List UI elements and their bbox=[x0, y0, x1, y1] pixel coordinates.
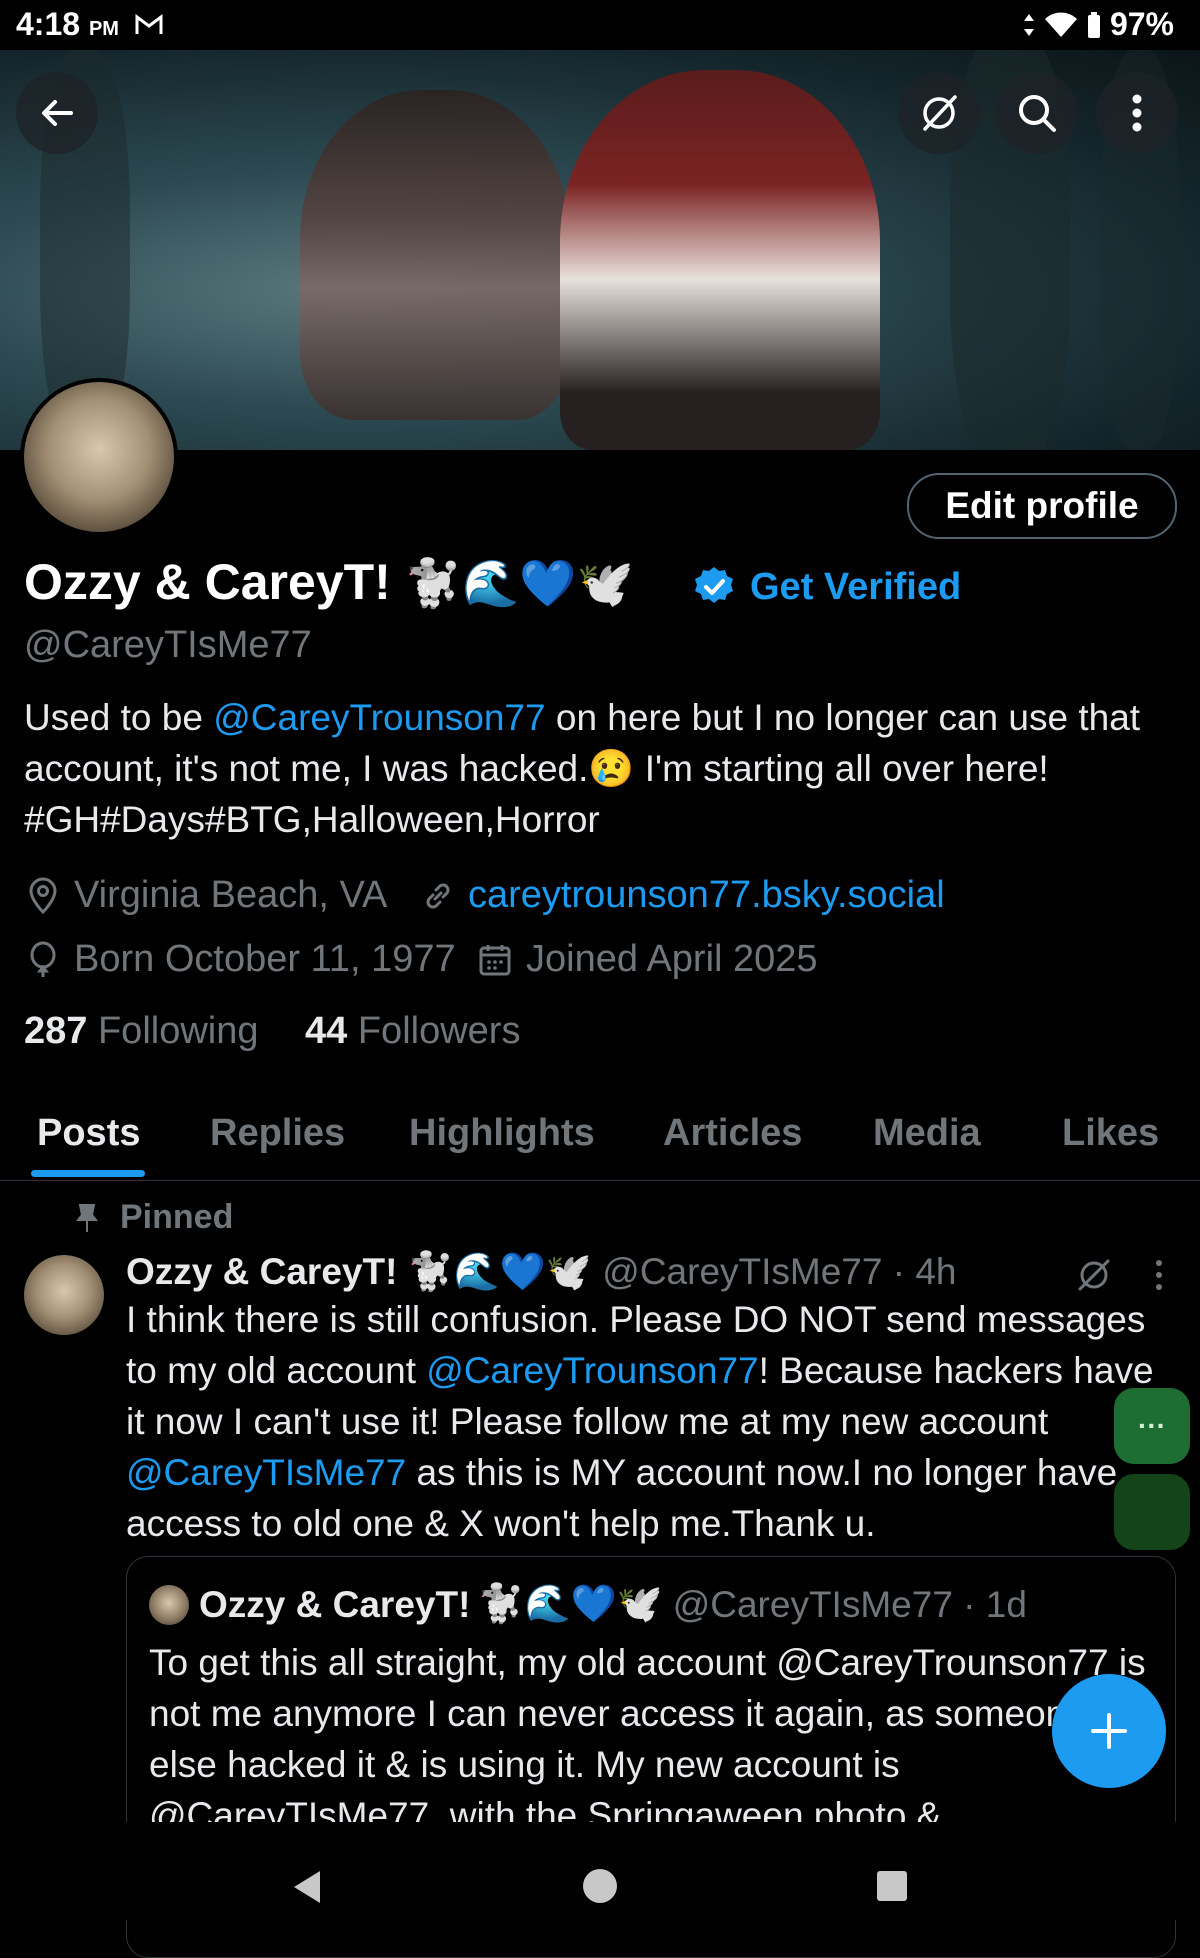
followers-count: 44 bbox=[305, 1010, 348, 1052]
nav-home-icon[interactable] bbox=[582, 1868, 618, 1904]
followers-label: Followers bbox=[357, 1010, 521, 1052]
post-mention-link[interactable]: @CareyTrounson77 bbox=[426, 1350, 758, 1391]
more-options-button[interactable] bbox=[1096, 72, 1178, 154]
more-vertical-icon bbox=[1132, 94, 1142, 132]
quote-avatar bbox=[149, 1584, 189, 1625]
clock-text: 4:18 bbox=[16, 6, 81, 42]
quote-author-emojis: 🐩🌊💙🕊️ bbox=[478, 1583, 663, 1624]
post-text: I think there is still confusion. Please… bbox=[126, 1294, 1176, 1549]
get-verified-label: Get Verified bbox=[750, 565, 962, 608]
location-pin-icon bbox=[29, 877, 57, 914]
wifi-icon bbox=[1044, 12, 1077, 37]
data-arrows-icon bbox=[1023, 13, 1034, 36]
clock-ampm: PM bbox=[88, 18, 119, 40]
post-author-name[interactable]: Ozzy & CareyT! bbox=[126, 1251, 397, 1292]
status-bar: 4:18 PM 97% bbox=[0, 0, 1200, 50]
tab-highlights[interactable]: Highlights bbox=[409, 1112, 595, 1155]
bio-mention-link[interactable]: @CareyTrounson77 bbox=[213, 697, 545, 738]
display-name-text: Ozzy & CareyT! bbox=[24, 554, 391, 610]
link-icon bbox=[426, 883, 450, 908]
post-author-emojis: 🐩🌊💙🕊️ bbox=[407, 1251, 592, 1292]
pinned-label: Pinned bbox=[120, 1198, 234, 1236]
profile-name: Ozzy & CareyT! 🐩🌊💙🕊️ bbox=[24, 553, 634, 611]
joined-text: Joined April 2025 bbox=[526, 938, 818, 980]
nav-recents-icon[interactable] bbox=[876, 1870, 908, 1902]
tab-posts[interactable]: Posts bbox=[37, 1112, 140, 1155]
plus-icon bbox=[1091, 1713, 1127, 1749]
post-header: Ozzy & CareyT! 🐩🌊💙🕊️ @CareyTIsMe77 · 4h bbox=[126, 1251, 957, 1294]
status-time: 4:18 PM bbox=[16, 6, 164, 43]
tab-media[interactable]: Media bbox=[873, 1112, 981, 1155]
battery-icon bbox=[1087, 11, 1100, 38]
verified-badge-icon bbox=[695, 567, 733, 603]
post-mention-link[interactable]: @CareyTIsMe77 bbox=[126, 1452, 406, 1493]
quote-meta: @CareyTIsMe77 · 1d bbox=[672, 1583, 1027, 1625]
back-button[interactable] bbox=[16, 72, 98, 154]
tab-replies[interactable]: Replies bbox=[210, 1112, 345, 1155]
profile-tabs: Posts Replies Highlights Articles Media … bbox=[0, 1090, 1200, 1181]
profile-location: Virginia Beach, VA bbox=[26, 874, 387, 917]
profile-birthday: Born October 11, 1977 bbox=[26, 938, 456, 981]
bio-text-1: Used to be bbox=[24, 697, 214, 738]
profile-banner[interactable] bbox=[0, 50, 1200, 450]
post-meta: @CareyTIsMe77 · 4h bbox=[602, 1251, 957, 1292]
post-avatar[interactable] bbox=[24, 1255, 104, 1335]
search-icon bbox=[1019, 95, 1056, 132]
system-nav-bar bbox=[0, 1822, 1200, 1920]
born-text: Born October 11, 1977 bbox=[74, 938, 456, 980]
followers-stat[interactable]: 44 Followers bbox=[305, 1010, 520, 1053]
following-count: 287 bbox=[24, 1010, 88, 1052]
profile-joined: Joined April 2025 bbox=[478, 938, 818, 981]
following-label: Following bbox=[97, 1010, 259, 1052]
profile-avatar[interactable] bbox=[20, 378, 178, 536]
quote-header: Ozzy & CareyT! 🐩🌊💙🕊️ @CareyTIsMe77 · 1d bbox=[149, 1583, 1027, 1626]
floating-app-bubble[interactable] bbox=[1114, 1474, 1190, 1550]
search-button[interactable] bbox=[996, 72, 1078, 154]
floating-chat-bubble[interactable]: ··· bbox=[1114, 1388, 1190, 1464]
battery-percent: 97% bbox=[1109, 6, 1174, 42]
banner-figure-werewolf bbox=[300, 90, 570, 420]
calendar-icon bbox=[479, 944, 511, 975]
grok-button[interactable] bbox=[898, 72, 980, 154]
status-right: 97% bbox=[1022, 6, 1174, 43]
pin-icon bbox=[76, 1203, 98, 1232]
tab-articles[interactable]: Articles bbox=[663, 1112, 802, 1155]
grok-icon bbox=[923, 95, 957, 131]
arrow-left-icon bbox=[42, 100, 73, 126]
balloon-icon bbox=[30, 941, 56, 977]
nav-back-icon[interactable] bbox=[290, 1868, 324, 1906]
quote-author-name: Ozzy & CareyT! bbox=[199, 1583, 471, 1625]
chat-bubble-dots: ··· bbox=[1138, 1410, 1166, 1441]
active-tab-indicator bbox=[31, 1170, 145, 1177]
profile-bio: Used to be @CareyTrounson77 on here but … bbox=[24, 692, 1174, 845]
edit-profile-button[interactable]: Edit profile bbox=[907, 473, 1177, 539]
name-emojis: 🐩🌊💙🕊️ bbox=[404, 557, 634, 609]
quote-text: To get this all straight, my old account… bbox=[149, 1642, 1146, 1836]
website-link[interactable]: careytrounson77.bsky.social bbox=[468, 874, 945, 917]
gmail-icon bbox=[135, 14, 163, 34]
post-more-icon[interactable] bbox=[1152, 1258, 1166, 1292]
location-text: Virginia Beach, VA bbox=[74, 874, 388, 916]
post-grok-icon[interactable] bbox=[1074, 1255, 1114, 1295]
get-verified-link[interactable]: Get Verified bbox=[692, 565, 961, 609]
banner-figure-red-riding-hood bbox=[560, 70, 880, 450]
following-stat[interactable]: 287 Following bbox=[24, 1010, 259, 1053]
tab-likes[interactable]: Likes bbox=[1062, 1112, 1159, 1155]
profile-handle: @CareyTIsMe77 bbox=[24, 624, 312, 666]
compose-post-button[interactable] bbox=[1052, 1674, 1166, 1788]
pinned-indicator: Pinned bbox=[76, 1198, 233, 1237]
profile-website[interactable]: careytrounson77.bsky.social bbox=[420, 874, 945, 917]
